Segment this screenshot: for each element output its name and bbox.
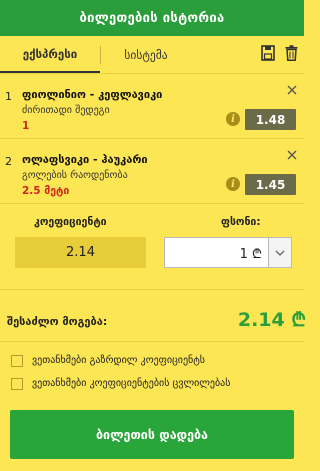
tab-system[interactable]: სისტემა [101,36,191,73]
bet-slip-item: 1 ფიოლინიო - კეფლავიკი ძირითადი შედეგი 1… [0,74,304,139]
bet-number: 2 [5,155,12,168]
match-title: ოლაფსვიკი - ჰაუკარი [22,153,148,166]
odd-value: 1.45 [245,174,296,195]
total-coefficient: 2.14 [15,237,146,268]
stake-input[interactable]: 1 ₾ [164,237,292,268]
possible-win-label: შესაძლო მოგება: [7,315,108,328]
chevron-down-icon[interactable] [268,238,291,267]
match-title: ფიოლინიო - კეფლავიკი [22,88,163,101]
selected-outcome: 2.5 მეტი [22,185,70,197]
market-name: ძირითადი შედეგი [22,105,110,116]
accept-odds-change-checkbox[interactable] [11,378,23,390]
accept-increased-odds-label[interactable]: ვეთანხმები გაზრდილ კოეფიციენტს [32,355,205,366]
close-icon[interactable] [287,145,297,160]
info-icon[interactable]: i [226,177,240,191]
accept-increased-odds-checkbox[interactable] [11,355,23,367]
accept-odds-change-label[interactable]: ვეთანხმები კოეფიციენტების ცვლილებას [32,378,230,389]
market-name: გოლების რაოდენობა [22,170,128,181]
bet-slip-item: 2 ოლაფსვიკი - ჰაუკარი გოლების რაოდენობა … [0,139,304,204]
close-icon[interactable] [287,80,297,95]
divider [0,289,304,290]
bet-type-tabs: ექსპრესი სისტემა [0,36,304,74]
selected-outcome: 1 [22,120,30,132]
save-icon[interactable] [261,45,275,61]
stake-label: ფსონი: [221,216,261,228]
page-title: ბილეთების ისტორია [0,0,304,36]
info-icon[interactable]: i [226,112,240,126]
bet-number: 1 [5,90,12,103]
possible-win-value: 2.14 ₾ [237,309,306,331]
odd-value: 1.48 [245,109,296,130]
divider [0,341,304,342]
place-bet-button[interactable]: ბილეთის დადება [10,410,294,459]
coefficient-label: კოეფიციენტი [34,216,107,228]
trash-icon[interactable] [285,45,298,61]
tab-express[interactable]: ექსპრესი [0,36,100,73]
stake-value[interactable]: 1 ₾ [165,244,268,262]
